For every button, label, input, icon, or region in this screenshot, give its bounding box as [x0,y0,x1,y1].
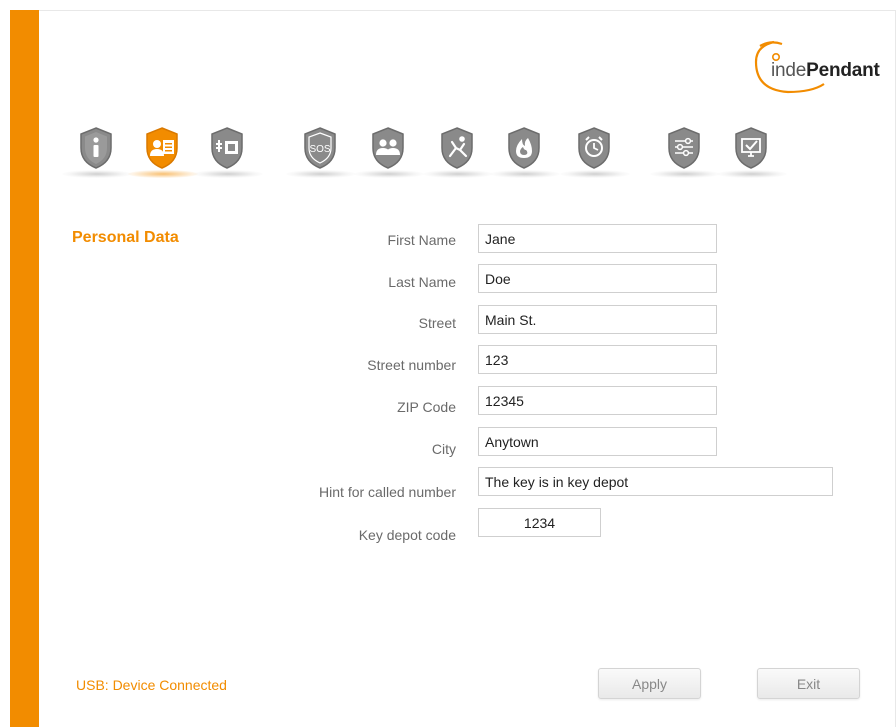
key-depot-code-field[interactable] [478,508,601,537]
tab-fall-detection[interactable] [423,126,493,190]
city-label: City [431,441,456,457]
street-label: Street [418,315,456,331]
hint-field[interactable] [478,467,833,496]
sos-icon: SOS [304,127,336,169]
zip-code-field[interactable] [478,386,717,415]
sidebar-accent-bar [10,10,39,727]
tab-phone-connection[interactable] [193,126,263,190]
exit-button[interactable]: Exit [757,668,860,699]
contacts-icon [372,127,404,169]
city-field[interactable] [478,427,717,456]
tab-fire-alarm[interactable] [490,126,560,190]
logo-text-prefix: inde [771,60,807,81]
tab-settings[interactable] [650,126,720,190]
fire-alarm-icon [508,127,540,169]
settings-sliders-icon [668,127,700,169]
tab-personal-data[interactable] [128,126,198,190]
tab-alarm-clock[interactable] [560,126,630,190]
usb-status: USB: Device Connected [76,677,227,693]
zip-code-label: ZIP Code [397,399,456,415]
svg-text:SOS: SOS [309,144,330,155]
fall-detection-icon [441,127,473,169]
info-icon [80,127,112,169]
monitor-check-icon [735,127,767,169]
logo-text-suffix: Pendant [806,60,880,81]
apply-button[interactable]: Apply [598,668,701,699]
key-depot-code-label: Key depot code [358,527,456,543]
last-name-label: Last Name [388,274,456,290]
street-field[interactable] [478,305,717,334]
first-name-field[interactable] [478,224,717,253]
alarm-clock-icon [578,127,610,169]
first-name-label: First Name [387,232,456,248]
section-title: Personal Data [72,229,179,246]
street-number-field[interactable] [478,345,717,374]
top-divider [39,10,896,11]
indePendant-logo: indePendant [752,40,896,100]
tab-monitor[interactable] [717,126,787,190]
tab-sos[interactable]: SOS [286,126,356,190]
street-number-label: Street number [367,357,456,373]
tab-contacts[interactable] [354,126,424,190]
last-name-field[interactable] [478,264,717,293]
tab-info[interactable] [62,126,132,190]
phone-connection-icon [211,127,243,169]
personal-data-icon [146,127,178,169]
hint-label: Hint for called number [319,484,456,500]
